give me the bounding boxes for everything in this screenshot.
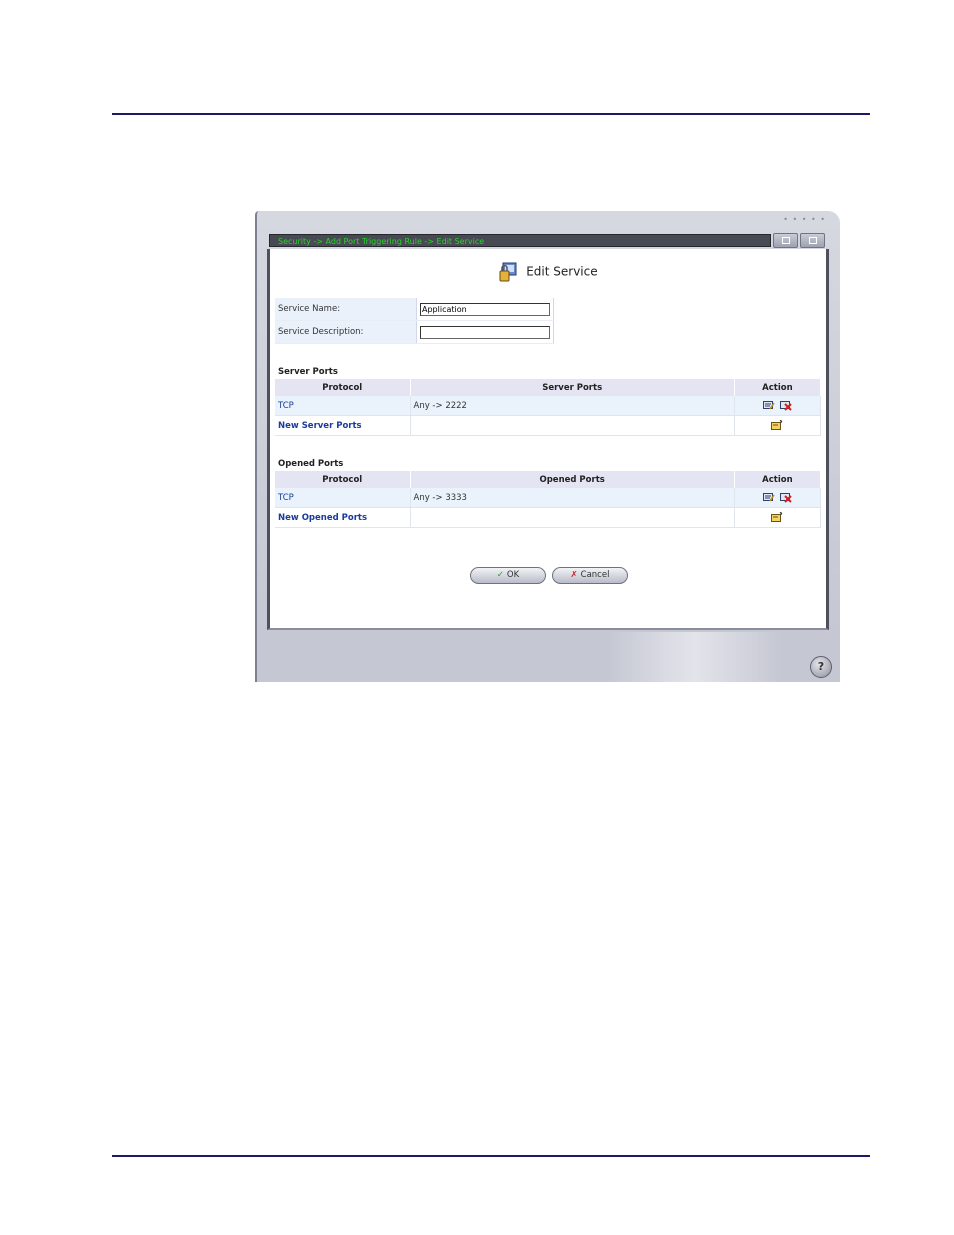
help-icon[interactable]: ? bbox=[810, 656, 832, 678]
page-title: Edit Service bbox=[526, 264, 598, 279]
service-name-input[interactable] bbox=[420, 302, 550, 316]
table-row: TCP Any -> 3333 bbox=[275, 488, 822, 508]
grip-dots: • • • • • bbox=[783, 215, 826, 224]
column-header-action: Action bbox=[734, 379, 822, 396]
server-ports-table: Protocol Server Ports Action TCP Any -> … bbox=[275, 379, 822, 436]
column-header-protocol: Protocol bbox=[275, 471, 411, 488]
table-row: New Server Ports bbox=[275, 415, 822, 436]
list-icon bbox=[809, 237, 817, 244]
network-map-button[interactable] bbox=[773, 233, 798, 248]
ok-label: OK bbox=[506, 570, 520, 580]
table-row: New Opened Ports bbox=[275, 507, 822, 528]
action-cell bbox=[734, 396, 822, 416]
service-description-input[interactable] bbox=[420, 325, 550, 339]
opened-ports-table: Protocol Opened Ports Action TCP Any -> … bbox=[275, 471, 822, 528]
action-cell bbox=[734, 488, 822, 508]
footer-rule bbox=[112, 1155, 870, 1157]
device-window: • • • • • Security -> Add Port Triggerin… bbox=[255, 211, 840, 682]
new-icon[interactable] bbox=[771, 420, 783, 431]
service-description-row: Service Description: bbox=[275, 320, 554, 344]
header-rule bbox=[112, 113, 870, 115]
content-panel: Edit Service Service Name: Service Descr… bbox=[267, 249, 829, 630]
ports-value: Any -> 3333 bbox=[410, 488, 735, 508]
new-opened-ports-link[interactable]: New Opened Ports bbox=[275, 507, 411, 528]
breadcrumb: Security -> Add Port Triggering Rule -> … bbox=[269, 234, 771, 247]
service-name-label: Service Name: bbox=[275, 298, 417, 321]
edit-icon[interactable] bbox=[763, 400, 775, 411]
cancel-button[interactable]: ✗ Cancel bbox=[552, 567, 628, 584]
ok-button[interactable]: ✓ OK bbox=[470, 567, 546, 584]
protocol-link[interactable]: TCP bbox=[275, 488, 411, 508]
edit-icon[interactable] bbox=[763, 492, 775, 503]
table-row: TCP Any -> 2222 bbox=[275, 396, 822, 416]
column-header-action: Action bbox=[734, 471, 822, 488]
column-header-opened-ports: Opened Ports bbox=[410, 471, 735, 488]
new-server-ports-link[interactable]: New Server Ports bbox=[275, 415, 411, 436]
bottom-panel bbox=[257, 632, 840, 682]
delete-icon[interactable] bbox=[779, 400, 792, 411]
delete-icon[interactable] bbox=[779, 492, 792, 503]
new-icon[interactable] bbox=[771, 512, 783, 523]
protocol-link[interactable]: TCP bbox=[275, 396, 411, 416]
server-ports-title: Server Ports bbox=[278, 367, 338, 377]
service-name-row: Service Name: bbox=[275, 298, 554, 321]
page-header: Edit Service bbox=[270, 262, 826, 282]
column-header-protocol: Protocol bbox=[275, 379, 411, 396]
check-icon: ✓ bbox=[496, 570, 504, 580]
cancel-label: Cancel bbox=[580, 570, 610, 580]
cross-icon: ✗ bbox=[570, 570, 578, 580]
list-view-button[interactable] bbox=[800, 233, 825, 248]
network-map-icon bbox=[782, 237, 790, 244]
service-description-label: Service Description: bbox=[275, 320, 417, 344]
ports-value: Any -> 2222 bbox=[410, 396, 735, 416]
service-form: Service Name: Service Description: bbox=[275, 298, 554, 344]
service-icon bbox=[499, 262, 517, 282]
column-header-server-ports: Server Ports bbox=[410, 379, 735, 396]
opened-ports-title: Opened Ports bbox=[278, 459, 344, 469]
